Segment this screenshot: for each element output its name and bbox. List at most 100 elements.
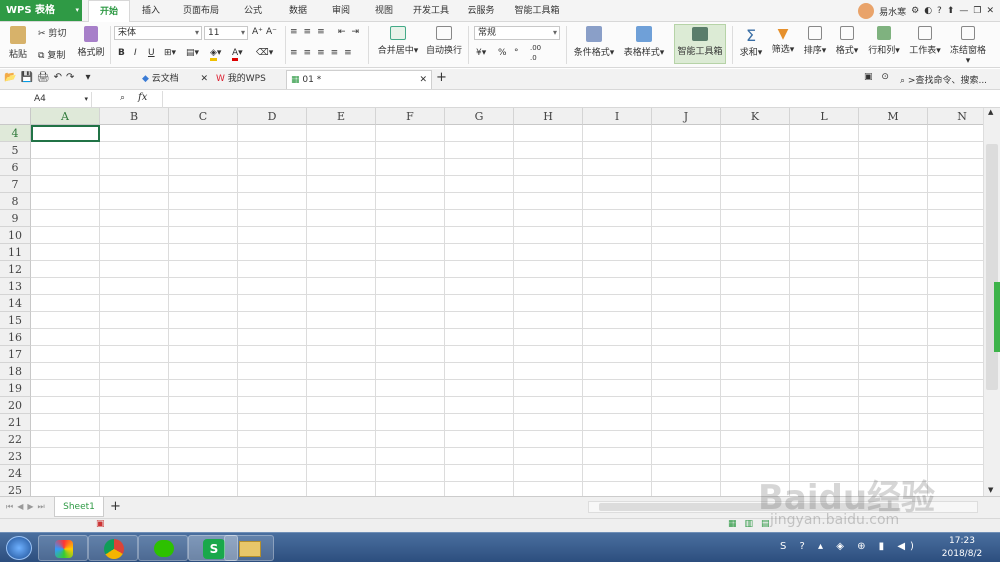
start-button[interactable] <box>6 536 32 560</box>
italic-button[interactable]: I <box>134 48 137 58</box>
row-header[interactable]: 11 <box>0 244 31 261</box>
row-header[interactable]: 7 <box>0 176 31 193</box>
cell-style-icon[interactable]: ▤▾ <box>186 48 199 58</box>
skin-icon[interactable]: ◐ <box>924 6 932 16</box>
row-col-button[interactable]: 行和列▾ <box>866 26 902 56</box>
taskbar-app-game[interactable] <box>38 535 88 561</box>
bold-button[interactable]: B <box>118 48 125 58</box>
help-icon[interactable]: ? <box>937 6 942 16</box>
number-format-select[interactable]: 常规 <box>474 26 560 40</box>
row-header[interactable]: 16 <box>0 329 31 346</box>
row-header[interactable]: 21 <box>0 414 31 431</box>
row-header[interactable]: 13 <box>0 278 31 295</box>
menu-tab-7[interactable]: 开发工具 <box>408 0 454 22</box>
doc-tab-mywps[interactable]: W 我的WPS <box>212 70 284 89</box>
font-grow-button[interactable]: A⁺ <box>252 27 263 37</box>
smart-toolbox-button[interactable]: 智能工具箱 <box>674 24 726 64</box>
active-cell-cursor[interactable] <box>31 125 100 142</box>
side-panel-handle[interactable] <box>994 282 1000 352</box>
merge-center-button[interactable]: 合并居中▾ <box>374 26 422 56</box>
name-box[interactable]: A4 ▾ <box>0 92 92 107</box>
new-tab-button[interactable]: + <box>436 70 447 85</box>
border-icon[interactable]: ⊞▾ <box>164 48 176 58</box>
doc-tab-active[interactable]: ▦ 01 * ✕ <box>286 70 432 89</box>
currency-icon[interactable]: ¥▾ <box>476 48 486 58</box>
sum-button[interactable]: Σ 求和▾ <box>738 26 764 58</box>
column-header-J[interactable]: J <box>652 108 721 125</box>
restore-icon[interactable]: ❐ <box>973 6 981 16</box>
doc-tab-cloud[interactable]: ◆ 云文档 ✕ <box>138 70 210 89</box>
menu-tab-6[interactable]: 视图 <box>364 0 404 22</box>
table-style-button[interactable]: 表格样式▾ <box>620 26 668 58</box>
decimal-increase-button[interactable]: .00 <box>530 44 541 52</box>
cut-button[interactable]: ✂ 剪切 <box>38 26 66 39</box>
system-tray-icons[interactable]: S ? ▴ ◈ ⊕ ▮ ◀) <box>780 541 919 552</box>
column-header-I[interactable]: I <box>583 108 652 125</box>
column-header-D[interactable]: D <box>238 108 307 125</box>
fx-button[interactable]: fx <box>138 92 147 103</box>
clock[interactable]: 17:23 2018/8/2 <box>936 535 988 561</box>
cond-format-button[interactable]: 条件格式▾ <box>570 26 618 58</box>
indent-icon[interactable]: ⇤⇥ <box>338 27 365 37</box>
close-icon[interactable]: ✕ <box>200 70 208 89</box>
search-command-input[interactable]: ⌕ >查找命令、搜索... <box>900 73 987 86</box>
menu-tab-3[interactable]: 公式 <box>232 0 274 22</box>
window-tools-icons[interactable]: ▣ ⊙ <box>864 72 892 82</box>
font-shrink-button[interactable]: A⁻ <box>266 27 277 37</box>
menu-tab-0[interactable]: 开始 <box>88 0 130 23</box>
comma-button[interactable]: ° <box>514 48 519 58</box>
paste-button[interactable]: 粘贴 <box>6 26 30 60</box>
row-header[interactable]: 18 <box>0 363 31 380</box>
row-header[interactable]: 19 <box>0 380 31 397</box>
horizontal-align-icon[interactable]: ≡≡≡≡≡ <box>290 48 358 58</box>
menu-tab-8[interactable]: 云服务 <box>458 0 504 22</box>
row-header[interactable]: 6 <box>0 159 31 176</box>
underline-button[interactable]: U <box>148 48 155 58</box>
clear-format-icon[interactable]: ⌫▾ <box>256 48 273 58</box>
row-header[interactable]: 14 <box>0 295 31 312</box>
add-sheet-button[interactable]: + <box>110 499 121 514</box>
close-icon[interactable]: ✕ <box>986 6 994 16</box>
row-header[interactable]: 17 <box>0 346 31 363</box>
column-header-L[interactable]: L <box>790 108 859 125</box>
format-painter-button[interactable]: 格式刷 <box>76 26 106 58</box>
copy-button[interactable]: ⧉ 复制 <box>38 48 65 61</box>
column-header-N[interactable]: N <box>928 108 983 125</box>
minimize-icon[interactable]: — <box>959 6 968 16</box>
settings-icon[interactable]: ⚙ <box>911 6 919 16</box>
quick-access-icons[interactable]: 📂💾🖨↶↷ ▾ <box>4 72 95 83</box>
menu-tab-1[interactable]: 插入 <box>134 0 168 22</box>
menu-tab-9[interactable]: 智能工具箱 <box>508 0 566 22</box>
column-header-H[interactable]: H <box>514 108 583 125</box>
column-header-E[interactable]: E <box>307 108 376 125</box>
menu-tab-5[interactable]: 审阅 <box>322 0 360 22</box>
avatar[interactable] <box>858 3 875 19</box>
percent-button[interactable]: % <box>498 48 507 58</box>
sheet-tab-sheet1[interactable]: Sheet1 <box>54 497 104 517</box>
row-header[interactable]: 15 <box>0 312 31 329</box>
vertical-align-icon[interactable]: ≡≡≡ <box>290 27 331 37</box>
row-header[interactable]: 24 <box>0 465 31 482</box>
close-icon[interactable]: ✕ <box>419 71 427 90</box>
minimize-ribbon-icon[interactable]: ⬆ <box>947 6 955 16</box>
column-header-M[interactable]: M <box>859 108 928 125</box>
taskbar-app-explorer[interactable] <box>224 535 274 561</box>
column-header-K[interactable]: K <box>721 108 790 125</box>
column-header-G[interactable]: G <box>445 108 514 125</box>
font-size-select[interactable]: 11 <box>204 26 248 40</box>
filter-button[interactable]: ▼ 筛选▾ <box>768 26 798 55</box>
format-button[interactable]: 格式▾ <box>834 26 860 56</box>
worksheet-button[interactable]: 工作表▾ <box>906 26 944 56</box>
zoom-icon[interactable]: ⌕ <box>120 93 125 103</box>
column-header-F[interactable]: F <box>376 108 445 125</box>
scroll-thumb[interactable] <box>986 144 998 390</box>
column-header-C[interactable]: C <box>169 108 238 125</box>
menu-tab-2[interactable]: 页面布局 <box>172 0 230 22</box>
macro-record-icon[interactable]: ▣ <box>96 519 105 529</box>
formula-input[interactable] <box>162 91 998 108</box>
sheet-nav-icons[interactable]: ⏮◀▶⏭ <box>6 502 49 512</box>
wrap-text-button[interactable]: 自动换行 <box>424 26 464 56</box>
scroll-up-icon[interactable]: ▲ <box>988 108 993 116</box>
row-header[interactable]: 22 <box>0 431 31 448</box>
row-header[interactable]: 10 <box>0 227 31 244</box>
